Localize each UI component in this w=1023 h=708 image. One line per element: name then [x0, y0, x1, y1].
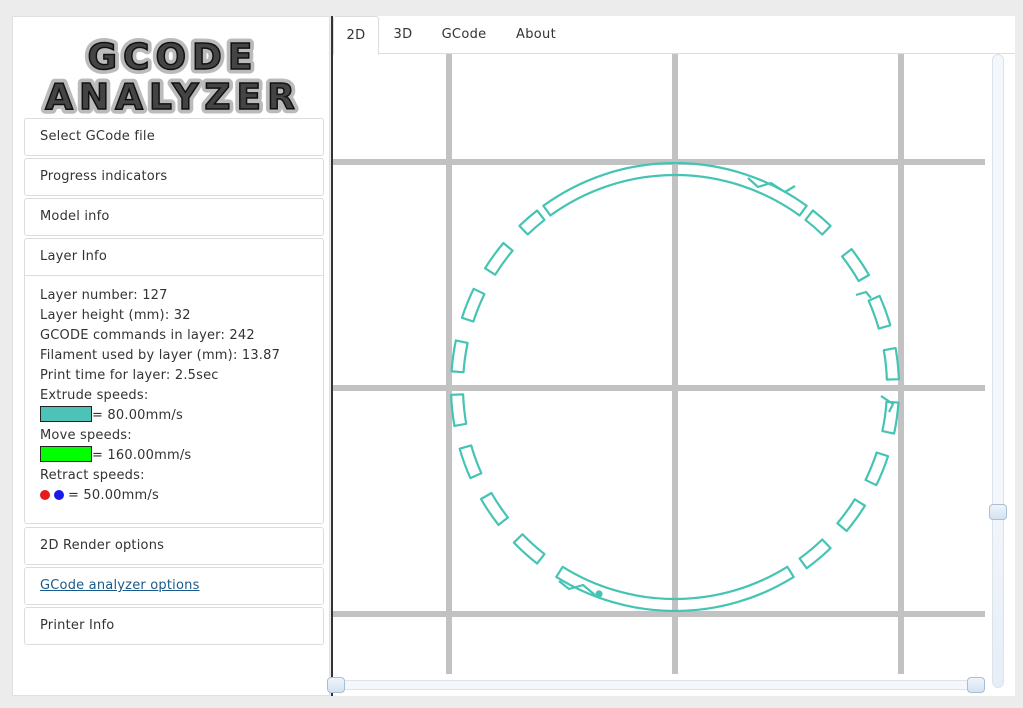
toolpath-segment: [836, 498, 867, 533]
retract-red-dot: [40, 490, 50, 500]
toolpath-segment: [864, 451, 890, 487]
panel-select-gcode-file[interactable]: Select GCode file: [24, 118, 324, 156]
svg-text:ANALYZER: ANALYZER: [45, 77, 301, 115]
retract-speed-value: = 50.00mm/s: [68, 488, 159, 503]
panel-header-model-info[interactable]: Model info: [25, 199, 323, 235]
toolpath-segment: [479, 491, 510, 527]
toolpath-segment: [450, 393, 468, 427]
toolpath-segment: [483, 241, 514, 276]
gcode-analyzer-logo: GCODE GCODE ANALYZER ANALYZER: [41, 33, 301, 116]
retract-speeds-title: Retract speeds:: [40, 468, 145, 483]
toolpath-segment: [458, 444, 483, 480]
tab-2d[interactable]: 2D: [333, 16, 379, 55]
panel-layer-info: Layer Info Layer number: 127 Layer heigh…: [24, 238, 324, 524]
panel-2d-render-options[interactable]: 2D Render options: [24, 527, 324, 565]
panel-progress-indicators[interactable]: Progress indicators: [24, 158, 324, 196]
progress-slider[interactable]: [337, 680, 981, 690]
layer-number: Layer number: 127: [40, 288, 168, 303]
svg-text:GCODE: GCODE: [87, 37, 258, 78]
view-tabs: 2D 3D GCode About: [333, 16, 1015, 55]
extrude-color-swatch: [40, 406, 92, 422]
toolpath-segment: [804, 209, 832, 236]
move-speed-row: = 160.00mm/s: [40, 446, 308, 466]
panel-header-2d-render-options[interactable]: 2D Render options: [25, 528, 323, 564]
progress-slider-start-handle[interactable]: [327, 677, 345, 693]
panel-gcode-analyzer-options[interactable]: GCode analyzer options: [24, 567, 324, 605]
layer-slider-handle[interactable]: [989, 504, 1007, 520]
panel-header-progress-indicators[interactable]: Progress indicators: [25, 159, 323, 195]
panel-header-layer-info[interactable]: Layer Info: [25, 239, 323, 275]
extrude-speeds-title: Extrude speeds:: [40, 388, 149, 403]
extrude-speed-value: = 80.00mm/s: [92, 408, 183, 423]
panel-header-gcode-analyzer-options[interactable]: GCode analyzer options: [25, 568, 323, 604]
toolpath-segment: [881, 400, 900, 435]
toolpath-segment: [840, 247, 871, 283]
tab-about[interactable]: About: [505, 16, 567, 54]
layer-info-body: Layer number: 127 Layer height (mm): 32 …: [25, 275, 323, 506]
panel-printer-info[interactable]: Printer Info: [24, 607, 324, 645]
move-speed-value: = 160.00mm/s: [92, 448, 192, 463]
panel-header-printer-info[interactable]: Printer Info: [25, 608, 323, 644]
layer-slider-range: [993, 512, 1003, 687]
grid: [333, 54, 985, 674]
toolpath-segment: [450, 339, 469, 374]
progress-slider-end-handle[interactable]: [967, 677, 985, 693]
retract-blue-dot: [54, 490, 64, 500]
move-speeds-title: Move speeds:: [40, 428, 132, 443]
toolpath-segment: [882, 347, 900, 381]
move-color-swatch: [40, 446, 92, 462]
toolpath-segment: [512, 533, 546, 565]
panel-header-select-gcode-file[interactable]: Select GCode file: [25, 119, 323, 155]
retract-speed-row: = 50.00mm/s: [40, 486, 308, 506]
tab-3d[interactable]: 3D: [383, 16, 423, 54]
layer-height: Layer height (mm): 32: [40, 308, 191, 323]
toolpath-segment: [867, 294, 892, 330]
filament-used: Filament used by layer (mm): 13.87: [40, 348, 281, 363]
toolpath-point: [595, 590, 603, 598]
main-view: 2D 3D GCode About: [327, 16, 1015, 696]
sidebar: GCODE GCODE ANALYZER ANALYZER Select GCo…: [12, 16, 330, 696]
tab-gcode[interactable]: GCode: [431, 16, 497, 54]
layer-slider[interactable]: [992, 54, 1004, 688]
print-time: Print time for layer: 2.5sec: [40, 368, 219, 383]
toolpath-segment: [460, 287, 486, 323]
toolpath-travel: [855, 290, 872, 299]
render-2d-canvas[interactable]: [333, 54, 985, 674]
toolpath-segment: [798, 538, 832, 570]
toolpath-segment: [518, 209, 546, 236]
extrude-speed-row: = 80.00mm/s: [40, 406, 308, 426]
gcode-commands-count: GCODE commands in layer: 242: [40, 328, 255, 343]
panel-model-info[interactable]: Model info: [24, 198, 324, 236]
